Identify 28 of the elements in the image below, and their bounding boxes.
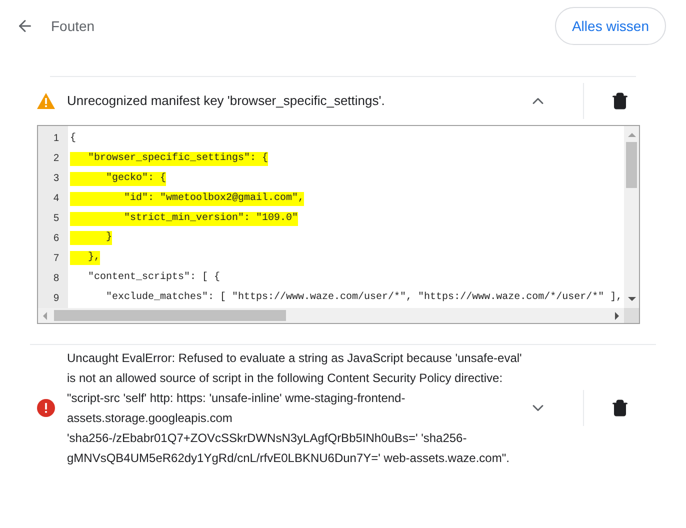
scrollbar-corner (624, 308, 639, 323)
error-message: Unrecognized manifest key 'browser_specific_settings'. (67, 92, 385, 110)
line-number: 5 (52, 212, 60, 226)
scroll-right-icon[interactable] (612, 312, 622, 320)
scrollbar-thumb[interactable] (54, 310, 286, 321)
clear-all-button[interactable]: Alles wissen (554, 7, 666, 45)
scroll-down-icon[interactable] (628, 294, 636, 304)
warning-icon (37, 93, 55, 109)
line-number: 2 (52, 152, 60, 166)
back-button[interactable] (16, 17, 34, 35)
horizontal-scrollbar[interactable] (38, 308, 624, 323)
trash-icon (611, 399, 629, 417)
line-number: 8 (52, 272, 60, 286)
line-number: 9 (52, 292, 60, 306)
line-number: 6 (52, 232, 60, 246)
line-number: 1 (52, 132, 60, 146)
error-icon (37, 399, 55, 417)
page-title: Fouten (51, 16, 95, 36)
trash-icon (611, 92, 629, 110)
code-line: { (70, 132, 76, 146)
scrollbar-thumb[interactable] (626, 142, 637, 188)
error-message: Uncaught EvalError: Refused to evaluate a string as JavaScript because 'unsafe-eval' is not an allowed source of script in the following Content Security Policy directive: "script-src 'self' http: https: 'unsafe-inline' wme-staging-frontend-assets.storage.googleapis.com 'sha256-/zEbabr01Q7+ZOVcSSkrDWNsN3yLAgfQrBb5INh0uBs=' 'sha256-gMNVsQB4UM5eR62dy1YgRd/cnL/rfvE0LBKNU6Dun7Y=' web-assets.waze.com". (67, 350, 523, 467)
line-number: 7 (52, 252, 60, 266)
line-number: 4 (52, 192, 60, 206)
vertical-scrollbar[interactable] (624, 126, 639, 308)
line-number: 3 (52, 172, 60, 186)
code-line: "exclude_matches": [ "https://www.waze.com/user/*", "https://www.waze.com/*/user/*" ], (105, 291, 622, 306)
code-line: "content_scripts": [ { (87, 271, 220, 286)
